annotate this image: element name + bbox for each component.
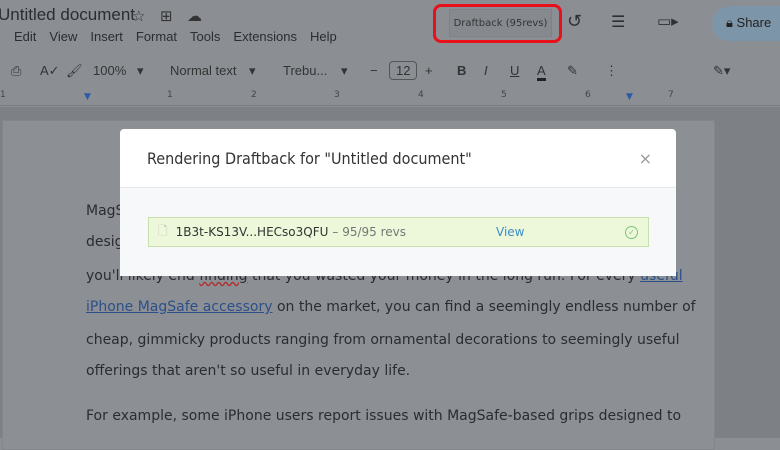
meet-icon[interactable]: ▭▸	[657, 12, 679, 30]
chevron-down-icon: ▾	[137, 63, 144, 78]
history-icon[interactable]: ↺	[567, 11, 582, 32]
ruler-label: 6	[585, 90, 591, 100]
render-item: 🗋 1B3t-KS13V...HECso3QFU – 95/95 revs Vi…	[148, 217, 649, 247]
indent-marker[interactable]: ▼	[84, 92, 91, 102]
menu-tools[interactable]: Tools	[190, 29, 220, 44]
view-link[interactable]: View	[496, 225, 524, 239]
menu-view[interactable]: View	[49, 29, 77, 44]
ruler-label: 7	[668, 90, 674, 100]
menu-insert[interactable]: Insert	[90, 29, 123, 44]
close-icon[interactable]: ×	[639, 149, 652, 168]
italic-button[interactable]: I	[484, 63, 488, 78]
ruler: 1 ▼ 1 2 3 4 5 6 ▼ 7	[0, 88, 780, 106]
share-button[interactable]: 🔒︎ Share	[712, 6, 780, 41]
document-title[interactable]: Untitled document	[0, 5, 135, 25]
text-color-button[interactable]: A	[537, 63, 546, 81]
chevron-down-icon: ▾	[249, 63, 256, 78]
lock-icon: 🔒︎	[726, 15, 737, 30]
print-icon[interactable]: ⎙	[11, 63, 21, 79]
text: on the market, you can find a seemingly …	[272, 299, 696, 315]
ruler-label: 1	[0, 90, 6, 100]
link[interactable]: iPhone MagSafe accessory	[86, 299, 273, 315]
menu-help[interactable]: Help	[310, 29, 337, 44]
increase-font-button[interactable]: +	[425, 63, 433, 78]
toolbar: ⎙ A✓ 🖌︎ 100% ▾ Normal text ▾ Trebu... ▾ …	[0, 60, 780, 84]
doc-line: For example, some iPhone users report is…	[86, 408, 682, 424]
move-folder-icon[interactable]: ⊞	[160, 7, 173, 25]
dialog-body: 🗋 1B3t-KS13V...HECso3QFU – 95/95 revs Vi…	[120, 188, 676, 276]
underline-button[interactable]: U	[510, 63, 519, 78]
dialog-title: Rendering Draftback for "Untitled docume…	[147, 149, 472, 168]
chevron-down-icon: ▾	[341, 63, 348, 78]
style-select[interactable]: Normal text	[170, 63, 236, 78]
bold-button[interactable]: B	[457, 63, 466, 78]
highlight-box	[433, 4, 562, 43]
doc-line: cheap, gimmicky products ranging from or…	[86, 332, 680, 348]
menu-edit[interactable]: Edit	[14, 29, 36, 44]
cloud-saved-icon: ☁	[187, 7, 202, 25]
draftback-dialog: Rendering Draftback for "Untitled docume…	[120, 129, 676, 276]
indent-marker[interactable]: ▼	[626, 92, 633, 102]
document-id: 1B3t-KS13V...HECso3QFU	[175, 225, 329, 239]
zoom-select[interactable]: 100%	[93, 63, 126, 78]
revision-count: – 95/95 revs	[332, 225, 407, 239]
comments-icon[interactable]: ☰	[611, 12, 625, 31]
spellcheck-icon[interactable]: A✓	[40, 63, 60, 79]
file-icon: 🗋	[158, 223, 168, 238]
font-size-input[interactable]: 12	[389, 61, 418, 80]
menu-bar: Edit View Insert Format Tools Extensions…	[14, 29, 337, 44]
ruler-label: 2	[251, 90, 257, 100]
doc-line: offerings that aren't so useful in every…	[86, 363, 411, 379]
highlight-icon[interactable]: ✎	[567, 63, 578, 79]
decrease-font-button[interactable]: −	[370, 63, 378, 78]
ruler-label: 4	[418, 90, 424, 100]
check-circle-icon: ✓	[625, 225, 638, 239]
ruler-label: 5	[501, 90, 507, 100]
doc-line: desig	[86, 234, 124, 250]
ruler-label: 1	[167, 90, 173, 100]
editing-mode-icon[interactable]: ✎▾	[713, 63, 730, 79]
more-icon[interactable]: ⋮	[605, 63, 618, 79]
star-icon[interactable]: ☆	[132, 7, 145, 25]
menu-extensions[interactable]: Extensions	[233, 29, 297, 44]
share-label: Share	[736, 15, 772, 30]
ruler-label: 3	[334, 90, 340, 100]
font-select[interactable]: Trebu...	[283, 63, 327, 78]
dialog-header: Rendering Draftback for "Untitled docume…	[120, 129, 676, 188]
doc-line: iPhone MagSafe accessory on the market, …	[86, 299, 696, 315]
paint-format-icon[interactable]: 🖌︎	[66, 63, 83, 79]
menu-format[interactable]: Format	[136, 29, 177, 44]
